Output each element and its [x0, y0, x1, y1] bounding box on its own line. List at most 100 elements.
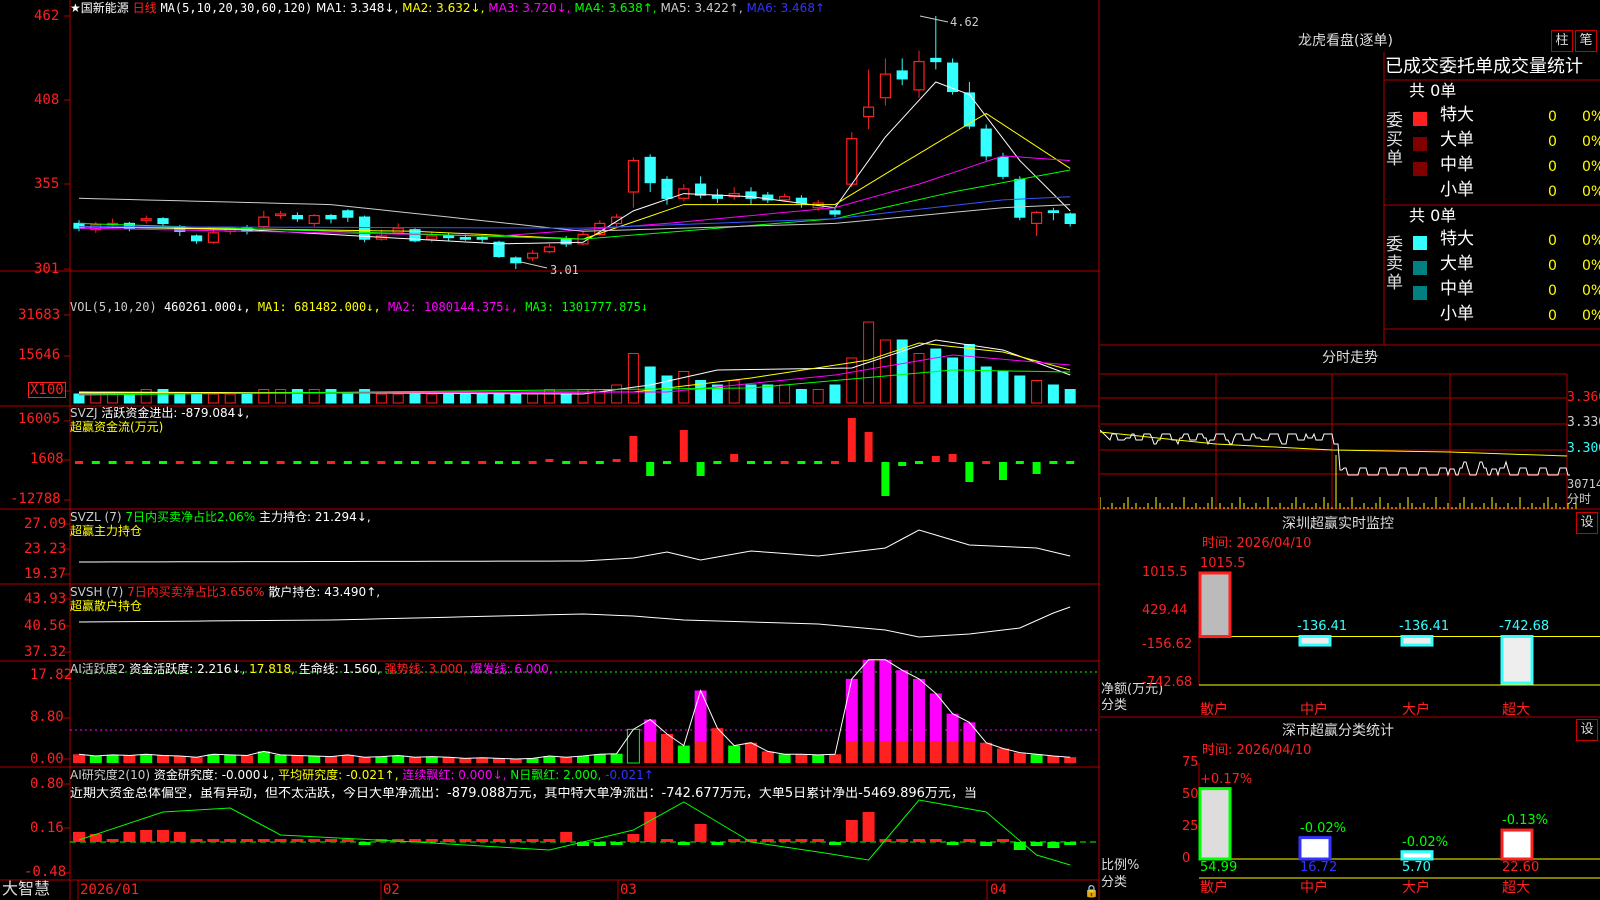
vol-bar-10 — [241, 393, 253, 404]
svzj-bar-16 — [343, 461, 352, 464]
classstat-bar-1 — [1298, 836, 1332, 861]
classstat-settings-button[interactable]: 设 — [1576, 719, 1598, 741]
ai1-ytick-2: 0.00 — [30, 751, 64, 767]
vol-bar-22 — [443, 393, 455, 404]
candle-body-13 — [291, 214, 303, 220]
candle-body-15 — [325, 214, 337, 220]
vol-bar-16 — [342, 393, 354, 404]
sell-row-value-3: 0 — [1548, 308, 1557, 324]
ai2-bar-33 — [627, 834, 640, 842]
candle-body-7 — [191, 235, 203, 242]
svzj-bar-35 — [663, 461, 671, 464]
ai1-bar-16 — [341, 754, 354, 763]
svzj-bar-11 — [259, 461, 268, 464]
svzj-code: SVZJ — [70, 406, 98, 420]
buy-swatch-3 — [1413, 187, 1427, 201]
stat-tabs[interactable]: 已成交委托单成交量统计 — [1385, 57, 1600, 77]
ai2-bar-7 — [190, 839, 203, 842]
ai2-bar-32 — [610, 842, 623, 845]
ai1-bar-14 — [308, 756, 321, 763]
ai1-label: AI活跃度2 — [70, 662, 126, 676]
period-label[interactable]: 日线 — [133, 1, 157, 15]
buy-row-pct-2: 0% — [1582, 159, 1600, 175]
ai1-bar-1 — [89, 756, 102, 763]
sell-row-value-2: 0 — [1548, 283, 1557, 299]
ai1-bar-0 — [73, 754, 85, 763]
svzj-bar-24 — [478, 461, 487, 464]
ai1-a: 资金活跃度: 2.216↓, — [129, 662, 246, 676]
svzj-bar-28 — [545, 459, 554, 462]
classstat-change-0: +0.17% — [1200, 771, 1253, 787]
ai2-bar-25 — [493, 839, 505, 842]
vol-unit-button[interactable]: X100 — [28, 382, 66, 398]
ai1-bar-6 — [173, 756, 186, 763]
svzj-bar-10 — [243, 461, 251, 464]
ai1-bar-46 — [845, 741, 858, 763]
vol-bar-8 — [207, 393, 219, 404]
ai1-bar-52 — [946, 741, 959, 763]
ma4-value: MA4: 3.638↑, — [574, 1, 657, 15]
sell-row-name-2: 中单 — [1440, 279, 1474, 299]
svzj-bar-2 — [108, 461, 117, 464]
ai2-bar-4 — [140, 830, 153, 842]
vol-bar-9 — [224, 393, 236, 404]
svzj-bar-53 — [965, 462, 974, 482]
tick-mode-button[interactable]: 笔 — [1575, 30, 1597, 52]
brand-logo[interactable]: 大智慧 — [2, 880, 50, 898]
svzj-bar-50 — [915, 461, 923, 464]
candle-body-42 — [778, 196, 791, 201]
candle-body-34 — [644, 156, 656, 184]
ai2-bar-13 — [291, 839, 304, 842]
ai1-bar-50 — [913, 741, 925, 763]
ma1-value: MA1: 3.348↓, — [316, 1, 399, 15]
vol-bar-23 — [459, 393, 471, 404]
vol-bar-25 — [493, 393, 505, 404]
svsh-pct: 7日内买卖净占比3.656% — [127, 585, 265, 599]
sell-swatch-2 — [1413, 286, 1427, 300]
ma2-line — [78, 112, 1071, 240]
svzj-bar-34 — [646, 462, 655, 476]
ai1-bar-5 — [157, 755, 169, 763]
classstat-cat-1: 中户 — [1300, 880, 1328, 896]
bar-mode-button[interactable]: 柱 — [1551, 30, 1573, 52]
monitor-ytick-0: 1015.5 — [1142, 565, 1188, 580]
ai2-bar-10 — [241, 839, 253, 842]
svzj-bar-57 — [1032, 462, 1041, 474]
classstat-cat-3: 超大 — [1502, 880, 1530, 896]
buy-row-name-2: 中单 — [1440, 155, 1474, 175]
buy-row-value-3: 0 — [1548, 184, 1557, 200]
svzj-header: SVZJ 活跃资金进出: -879.084↓, — [70, 406, 249, 420]
candle-body-58 — [1047, 210, 1060, 214]
ai2-bar-57 — [1030, 842, 1043, 846]
candle-body-28 — [543, 246, 556, 253]
svzj-ytick-2: -12788 — [10, 491, 61, 507]
classstat-ytick-0: 75 — [1182, 755, 1199, 770]
ai1-bar-41 — [761, 751, 774, 763]
svzl-ytick-1: 23.23 — [24, 541, 67, 557]
ai2-bar-47 — [862, 812, 875, 842]
ai2-d: N日飘红: 2.000, — [510, 768, 602, 782]
ai1-bar-44 — [812, 754, 825, 763]
ai1-bar-top-50 — [913, 678, 925, 743]
star-icon[interactable]: ★ — [70, 1, 81, 15]
vol-bar-29 — [560, 393, 572, 404]
monitor-cat-1: 中户 — [1300, 702, 1328, 718]
kline-chart-area[interactable] — [0, 0, 1100, 900]
stock-name[interactable]: 国新能源 — [81, 1, 129, 15]
ma3-value: MA3: 3.720↓, — [488, 1, 571, 15]
ai1-c: 生命线: 1.560, — [298, 662, 381, 676]
classstat-bar-3 — [1500, 828, 1534, 861]
candle-body-35 — [661, 178, 673, 199]
ai2-bar-26 — [509, 839, 522, 842]
svzj-bar-4 — [142, 461, 151, 464]
svzj-bar-31 — [595, 461, 604, 464]
svzj-bar-32 — [612, 459, 621, 462]
svzj-bar-21 — [427, 461, 436, 464]
monitor-settings-button[interactable]: 设 — [1576, 512, 1598, 534]
lock-icon[interactable]: 🔒 — [1084, 884, 1099, 898]
svzj-bar-6 — [175, 461, 184, 464]
vol-ma2: MA2: 1080144.375↓, — [387, 300, 518, 314]
vol-bar-4 — [140, 389, 152, 404]
svsh-label: SVSH (7) — [70, 585, 124, 599]
ai1-ytick-1: 8.80 — [30, 709, 64, 725]
